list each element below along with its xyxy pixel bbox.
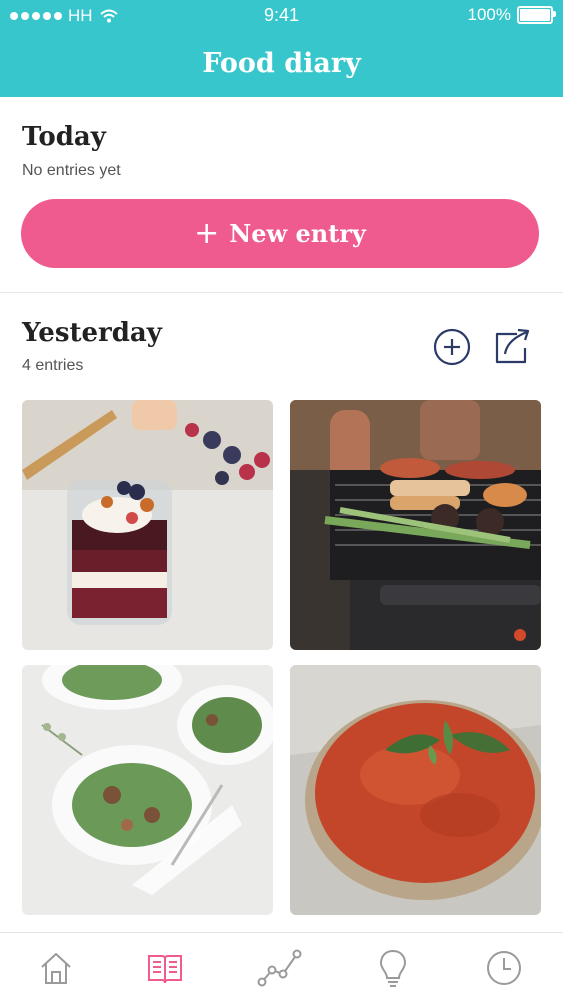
status-bar: HH 9:41 100%: [0, 0, 563, 32]
page-title: Food diary: [202, 48, 361, 79]
yesterday-subtitle: 4 entries: [22, 357, 84, 374]
today-title: Today: [22, 122, 106, 152]
tab-home[interactable]: [33, 945, 79, 991]
today-subtitle: No entries yet: [22, 162, 121, 179]
chart-icon: [257, 949, 302, 987]
battery-icon: [517, 6, 556, 24]
tab-diary[interactable]: [142, 945, 188, 991]
home-icon: [41, 953, 71, 984]
battery-percent: 100%: [467, 5, 511, 24]
grill-photo[interactable]: [290, 400, 541, 650]
share-icon: [495, 328, 530, 364]
share-button[interactable]: [493, 326, 533, 371]
bulb-icon: [379, 949, 407, 987]
tart-photo[interactable]: [290, 665, 541, 915]
new-entry-label: New entry: [229, 219, 366, 248]
plus-icon: +: [194, 216, 220, 251]
tab-progress[interactable]: [257, 945, 303, 991]
tab-tips[interactable]: [370, 945, 416, 991]
add-entry-button[interactable]: [433, 328, 471, 371]
salad-photo[interactable]: [22, 665, 273, 915]
add-icon: [433, 328, 471, 366]
book-icon: [148, 955, 182, 984]
tab-history[interactable]: [481, 945, 527, 991]
new-entry-button[interactable]: + New entry: [21, 199, 539, 268]
section-divider: [0, 292, 563, 293]
yesterday-title: Yesterday: [22, 318, 162, 348]
clock-icon: [487, 951, 521, 985]
app-header: HH 9:41 100% Food diary: [0, 0, 563, 97]
battery-status: 100%: [467, 5, 556, 25]
parfait-photo[interactable]: [22, 400, 273, 650]
bottom-tab-bar: [0, 932, 563, 1001]
